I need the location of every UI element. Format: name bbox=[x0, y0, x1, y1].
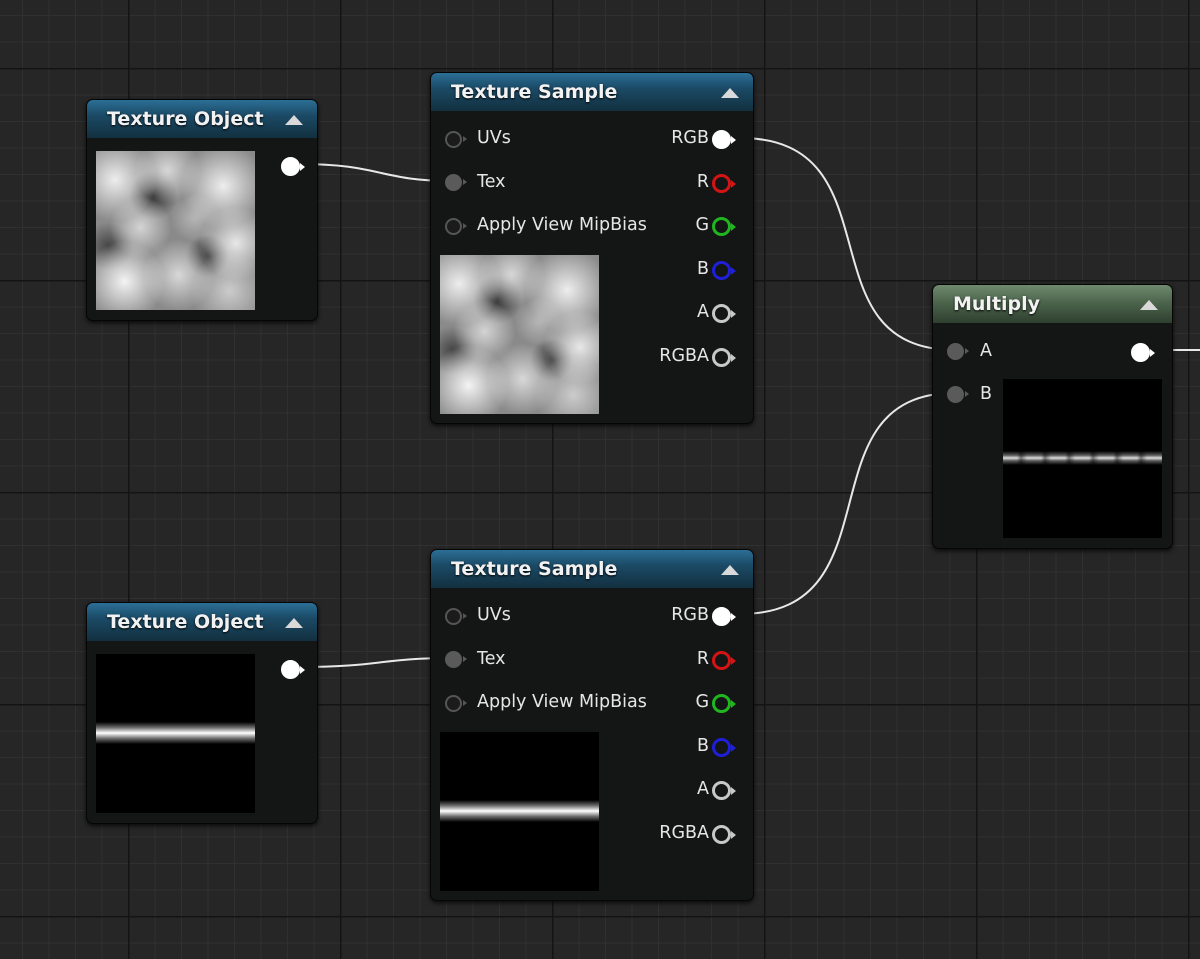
a-output-pin[interactable] bbox=[712, 781, 736, 800]
tex-label: Tex bbox=[477, 172, 506, 192]
rgb-output-pin[interactable] bbox=[712, 130, 736, 149]
rgb-label: RGB bbox=[671, 605, 709, 625]
output-pin[interactable] bbox=[281, 157, 305, 176]
stripe-pattern bbox=[440, 800, 599, 822]
texture-preview bbox=[440, 255, 599, 414]
r-output-pin[interactable] bbox=[712, 651, 736, 670]
multiply-preview bbox=[1003, 379, 1162, 538]
texture-sample-node-2[interactable]: Texture Sample UVs Tex Apply View MipBia… bbox=[430, 549, 754, 901]
collapse-arrow-icon[interactable] bbox=[1140, 300, 1158, 310]
node-title: Multiply bbox=[953, 293, 1041, 315]
g-label: G bbox=[695, 692, 709, 712]
b-label: B bbox=[696, 736, 709, 756]
texture-object-node-1[interactable]: Texture Object bbox=[86, 99, 318, 321]
a-input-pin[interactable] bbox=[947, 343, 969, 360]
node-title: Texture Object bbox=[107, 108, 264, 130]
stripe-pattern bbox=[1003, 451, 1162, 465]
b-output-pin[interactable] bbox=[712, 738, 736, 757]
node-header[interactable]: Texture Sample bbox=[431, 550, 753, 588]
texture-object-node-2[interactable]: Texture Object bbox=[86, 602, 318, 824]
stripe-pattern bbox=[96, 722, 255, 744]
wire-sample1-rgb-to-multiply-a[interactable] bbox=[739, 137, 956, 351]
node-header[interactable]: Texture Object bbox=[87, 100, 317, 138]
mipbias-input-pin[interactable] bbox=[445, 218, 467, 235]
rgb-output-pin[interactable] bbox=[712, 607, 736, 626]
uvs-label: UVs bbox=[477, 128, 511, 148]
tex-label: Tex bbox=[477, 649, 506, 669]
mipbias-label: Apply View MipBias bbox=[477, 692, 647, 712]
collapse-arrow-icon[interactable] bbox=[721, 565, 739, 575]
a-label: A bbox=[980, 341, 992, 361]
collapse-arrow-icon[interactable] bbox=[721, 88, 739, 98]
g-output-pin[interactable] bbox=[712, 694, 736, 713]
rgba-output-pin[interactable] bbox=[712, 348, 736, 367]
r-label: R bbox=[696, 172, 709, 192]
texture-preview bbox=[96, 151, 255, 310]
node-header[interactable]: Texture Sample bbox=[431, 73, 753, 111]
b-label: B bbox=[696, 259, 709, 279]
rgb-label: RGB bbox=[671, 128, 709, 148]
mipbias-label: Apply View MipBias bbox=[477, 215, 647, 235]
uvs-label: UVs bbox=[477, 605, 511, 625]
collapse-arrow-icon[interactable] bbox=[285, 618, 303, 628]
g-label: G bbox=[695, 215, 709, 235]
collapse-arrow-icon[interactable] bbox=[285, 115, 303, 125]
output-pin[interactable] bbox=[1131, 343, 1155, 362]
output-pin[interactable] bbox=[281, 660, 305, 679]
rgba-output-pin[interactable] bbox=[712, 825, 736, 844]
node-header[interactable]: Multiply bbox=[933, 285, 1172, 323]
rgba-label: RGBA bbox=[659, 346, 709, 366]
uvs-input-pin[interactable] bbox=[445, 608, 467, 625]
g-output-pin[interactable] bbox=[712, 217, 736, 236]
texture-preview bbox=[440, 732, 599, 891]
rgba-label: RGBA bbox=[659, 823, 709, 843]
r-label: R bbox=[696, 649, 709, 669]
b-input-pin[interactable] bbox=[947, 386, 969, 403]
b-label: B bbox=[980, 384, 993, 404]
node-title: Texture Sample bbox=[451, 558, 618, 580]
texture-preview bbox=[96, 654, 255, 813]
a-label: A bbox=[697, 302, 709, 322]
tex-input-pin[interactable] bbox=[445, 174, 467, 191]
a-label: A bbox=[697, 779, 709, 799]
wire-sample2-rgb-to-multiply-b[interactable] bbox=[739, 392, 956, 615]
node-title: Texture Sample bbox=[451, 81, 618, 103]
b-output-pin[interactable] bbox=[712, 261, 736, 280]
tex-input-pin[interactable] bbox=[445, 651, 467, 668]
a-output-pin[interactable] bbox=[712, 304, 736, 323]
texture-sample-node-1[interactable]: Texture Sample UVs Tex Apply View MipBia… bbox=[430, 72, 754, 424]
multiply-node[interactable]: Multiply A B bbox=[932, 284, 1173, 549]
node-title: Texture Object bbox=[107, 611, 264, 633]
mipbias-input-pin[interactable] bbox=[445, 695, 467, 712]
r-output-pin[interactable] bbox=[712, 174, 736, 193]
uvs-input-pin[interactable] bbox=[445, 131, 467, 148]
node-header[interactable]: Texture Object bbox=[87, 603, 317, 641]
